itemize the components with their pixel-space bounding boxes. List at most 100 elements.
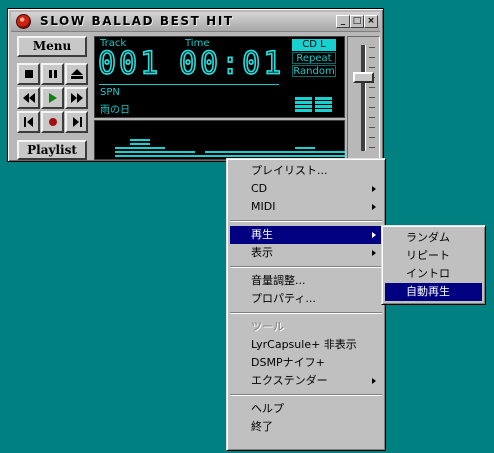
eject-button[interactable] <box>65 63 88 85</box>
play-button[interactable] <box>41 87 64 109</box>
song-title-text: 雨の日 <box>100 105 130 116</box>
menu-item-label: 表示 <box>251 246 273 259</box>
slider-tick <box>369 47 375 48</box>
submenu-item[interactable]: ランダム <box>385 229 482 247</box>
vu-bar <box>315 109 332 112</box>
previous-button[interactable] <box>17 111 40 133</box>
submenu-arrow-icon <box>372 186 376 192</box>
fast-forward-icon <box>70 93 83 103</box>
record-button[interactable] <box>41 111 64 133</box>
slider-tick <box>369 97 375 98</box>
menu-item[interactable]: 音量調整... <box>230 272 382 290</box>
menu-item[interactable]: DSMPナイフ+ <box>230 354 382 372</box>
menu-item-label: 音量調整... <box>251 274 306 287</box>
menu-item[interactable]: 再生 <box>230 226 382 244</box>
menu-item-label: 終了 <box>251 420 273 433</box>
next-icon <box>72 117 82 127</box>
next-button[interactable] <box>65 111 88 133</box>
menu-item-label: プレイリスト... <box>251 164 328 177</box>
stop-button[interactable] <box>17 63 40 85</box>
artist-text: SPN <box>100 87 120 98</box>
slider-tick <box>369 137 375 138</box>
playlist-button[interactable]: Playlist <box>17 140 87 160</box>
previous-icon <box>23 117 33 127</box>
submenu-item[interactable]: イントロ <box>385 265 482 283</box>
spectrum-analyzer <box>94 120 345 160</box>
menu-item-label: LyrCapsule+ 非表示 <box>251 338 357 351</box>
submenu-item[interactable]: リピート <box>385 247 482 265</box>
eject-icon <box>70 69 83 79</box>
slider-tick <box>369 67 375 68</box>
rewind-button[interactable] <box>17 87 40 109</box>
spectrum-bar <box>130 143 150 145</box>
stop-icon <box>24 70 33 78</box>
menu-item[interactable]: LyrCapsule+ 非表示 <box>230 336 382 354</box>
random-badge[interactable]: Random <box>292 65 336 77</box>
rewind-icon <box>22 93 35 103</box>
play-icon <box>48 93 57 103</box>
repeat-badge[interactable]: Repeat <box>292 52 336 64</box>
cd-badge[interactable]: CD L <box>292 39 336 51</box>
window-title: SLOW BALLAD BEST HIT <box>40 14 234 28</box>
menu-button[interactable]: Menu <box>17 36 87 57</box>
submenu-arrow-icon <box>372 250 376 256</box>
play-submenu: ランダム リピート イントロ 自動再生 <box>381 225 486 305</box>
menu-separator <box>230 394 382 396</box>
spectrum-bar <box>175 151 195 153</box>
slider-tick <box>369 57 375 58</box>
menu-item[interactable]: プレイリスト... <box>230 162 382 180</box>
menu-item[interactable]: MIDI <box>230 198 382 216</box>
submenu-arrow-icon <box>372 232 376 238</box>
vu-bar <box>295 109 312 112</box>
context-menu: プレイリスト... CD MIDI 再生表示音量調整... プロパティ... ツール Lyr… <box>226 158 386 451</box>
menu-item-label: DSMPナイフ+ <box>251 356 325 369</box>
submenu-arrow-icon <box>372 204 376 210</box>
spectrum-bar <box>295 147 315 149</box>
vu-bar <box>295 101 312 104</box>
spectrum-bar <box>325 155 345 157</box>
slider-tick <box>369 87 375 88</box>
volume-slider[interactable] <box>347 36 380 160</box>
menu-item[interactable]: エクステンダー <box>230 372 382 390</box>
menu-item[interactable]: プロパティ... <box>230 290 382 308</box>
slider-tick <box>369 107 375 108</box>
close-button[interactable]: × <box>364 15 378 28</box>
menu-separator <box>230 220 382 222</box>
submenu-arrow-icon <box>372 378 376 384</box>
slider-tick <box>369 147 375 148</box>
pause-button[interactable] <box>41 63 64 85</box>
record-icon <box>48 118 57 126</box>
fast-forward-button[interactable] <box>65 87 88 109</box>
menu-item-label: 再生 <box>251 228 273 241</box>
menu-separator <box>230 312 382 314</box>
vu-bar <box>315 97 332 100</box>
menu-item-label: MIDI <box>251 200 276 213</box>
menu-item: ツール <box>230 318 382 336</box>
menu-item-label: ツール <box>251 320 284 333</box>
slider-tick <box>369 117 375 118</box>
spectrum-bar <box>130 139 150 141</box>
spectrum-bar <box>325 151 345 153</box>
menu-item-label: CD <box>251 182 268 195</box>
volume-knob[interactable] <box>353 72 374 83</box>
lcd-divider <box>99 84 279 85</box>
vu-bar <box>315 105 332 108</box>
app-icon[interactable] <box>16 14 31 29</box>
menu-separator <box>230 266 382 268</box>
vu-bar <box>315 101 332 104</box>
volume-groove <box>361 45 366 151</box>
menu-item[interactable]: 終了 <box>230 418 382 436</box>
time-readout: 00:01 <box>178 45 285 82</box>
menu-item[interactable]: 表示 <box>230 244 382 262</box>
lcd-display: Track Time 001 00:01 SPN 雨の日 CD L Repeat… <box>94 36 345 118</box>
submenu-item[interactable]: 自動再生 <box>385 283 482 301</box>
slider-tick <box>369 127 375 128</box>
title-bar[interactable]: SLOW BALLAD BEST HIT _ □ × <box>11 12 380 32</box>
menu-item[interactable]: ヘルプ <box>230 400 382 418</box>
maximize-button[interactable]: □ <box>350 15 364 28</box>
player-window: SLOW BALLAD BEST HIT _ □ × Menu Playlist… <box>7 8 384 162</box>
menu-item[interactable]: CD <box>230 180 382 198</box>
menu-item-label: ヘルプ <box>251 402 284 415</box>
vu-bar <box>295 97 312 100</box>
minimize-button[interactable]: _ <box>336 15 350 28</box>
